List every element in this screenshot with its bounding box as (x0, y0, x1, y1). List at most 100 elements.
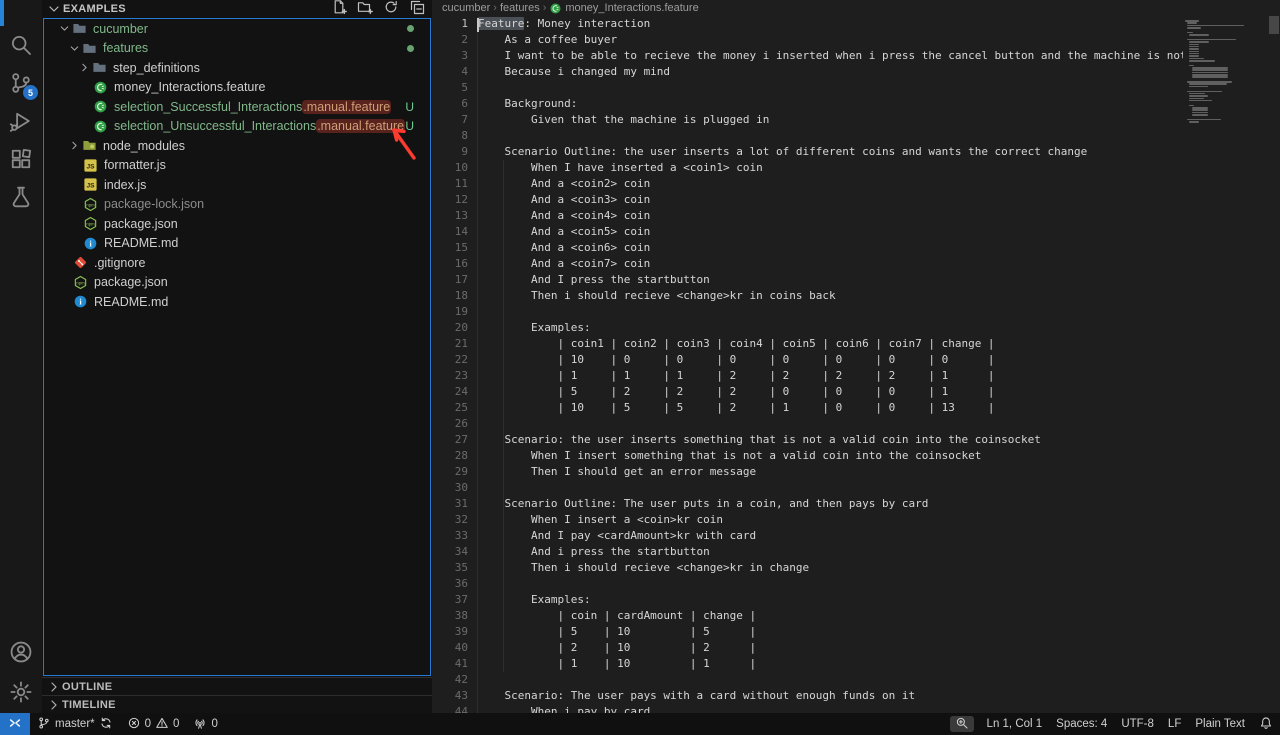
tree-item[interactable]: npmpackage-lock.json (44, 195, 430, 215)
code-line[interactable]: Then i should recieve <change>kr in chan… (478, 560, 1183, 576)
code-line[interactable] (478, 304, 1183, 320)
tree-item[interactable]: iREADME.md (44, 292, 430, 312)
code-line[interactable]: | coin1 | coin2 | coin3 | coin4 | coin5 … (478, 336, 1183, 352)
new-folder-button[interactable] (356, 0, 374, 18)
breadcrumb-item[interactable]: features (500, 2, 540, 14)
language-mode-status[interactable]: Plain Text (1188, 713, 1252, 735)
activity-item-settings[interactable] (0, 677, 42, 711)
code-line[interactable]: | 1 | 10 | 1 | (478, 656, 1183, 672)
code-line[interactable]: When I insert a <coin>kr coin (478, 512, 1183, 528)
code-line[interactable]: Given that the machine is plugged in (478, 112, 1183, 128)
activity-item-search[interactable] (0, 30, 42, 64)
breadcrumb-item[interactable]: money_Interactions.feature (549, 2, 698, 15)
code-line[interactable]: Feature: Money interaction (478, 16, 1183, 32)
line-number: 22 (432, 352, 468, 368)
code-editor[interactable]: 1234567891011121314151617181920212223242… (432, 16, 1183, 713)
code-line[interactable]: | 10 | 0 | 0 | 0 | 0 | 0 | 0 | 0 | (478, 352, 1183, 368)
code-line[interactable]: Then I should get an error message (478, 464, 1183, 480)
line-number: 41 (432, 656, 468, 672)
new-file-button[interactable] (330, 0, 348, 18)
code-line[interactable]: And a <coin3> coin (478, 192, 1183, 208)
problems-status[interactable]: 0 0 (120, 713, 187, 735)
code-line[interactable]: Scenario: The user pays with a card with… (478, 688, 1183, 704)
timeline-section-header[interactable]: TIMELINE (42, 695, 432, 713)
activity-item-run-debug[interactable] (0, 106, 42, 140)
git-branch-status[interactable]: master* (30, 713, 120, 735)
tree-item[interactable]: cucumber (44, 19, 430, 39)
tree-item[interactable]: money_Interactions.feature (44, 78, 430, 98)
code-line[interactable]: | 5 | 2 | 2 | 2 | 0 | 0 | 0 | 1 | (478, 384, 1183, 400)
eol-status[interactable]: LF (1161, 713, 1188, 735)
tree-item[interactable]: features (44, 39, 430, 59)
tree-item[interactable]: .gitignore (44, 253, 430, 273)
code-line[interactable] (478, 576, 1183, 592)
code-line[interactable]: And i press the startbutton (478, 544, 1183, 560)
code-line[interactable]: Scenario Outline: The user puts in a coi… (478, 496, 1183, 512)
code-line[interactable]: And I press the startbutton (478, 272, 1183, 288)
activity-item-testing[interactable] (0, 182, 42, 216)
encoding-status[interactable]: UTF-8 (1114, 713, 1161, 735)
code-line[interactable]: And a <coin7> coin (478, 256, 1183, 272)
tree-item[interactable]: node_modules (44, 136, 430, 156)
tree-item[interactable]: JSindex.js (44, 175, 430, 195)
tree-item[interactable]: iREADME.md (44, 234, 430, 254)
refresh-button[interactable] (382, 0, 400, 18)
code-line[interactable]: Examples: (478, 320, 1183, 336)
minimap-line (1187, 81, 1232, 83)
collapse-all-button[interactable] (408, 0, 426, 18)
code-line[interactable]: | 2 | 10 | 2 | (478, 640, 1183, 656)
code-line[interactable]: Scenario: the user inserts something tha… (478, 432, 1183, 448)
code-line[interactable]: Background: (478, 96, 1183, 112)
zoom-status[interactable] (950, 716, 974, 732)
ports-status[interactable]: 0 (186, 713, 224, 735)
code-line[interactable]: And a <coin2> coin (478, 176, 1183, 192)
tree-item[interactable]: JSformatter.js (44, 156, 430, 176)
line-number: 14 (432, 224, 468, 240)
tree-item[interactable]: npmpackage.json (44, 273, 430, 293)
code-line[interactable]: When I have inserted a <coin1> coin (478, 160, 1183, 176)
code-line[interactable]: When i pay by card (478, 704, 1183, 713)
activity-item-source-control[interactable]: 5 (0, 68, 42, 102)
code-line[interactable]: And a <coin6> coin (478, 240, 1183, 256)
activity-item-extensions[interactable] (0, 144, 42, 178)
code-line[interactable]: | 5 | 10 | 5 | (478, 624, 1183, 640)
cursor-position-status[interactable]: Ln 1, Col 1 (980, 713, 1050, 735)
tree-item[interactable]: selection_Unsuccessful_Interactions.manu… (44, 117, 430, 137)
line-number: 25 (432, 400, 468, 416)
minimap-line (1192, 67, 1228, 69)
tree-item[interactable]: npmpackage.json (44, 214, 430, 234)
code-line[interactable]: Examples: (478, 592, 1183, 608)
code-line[interactable]: And I pay <cardAmount>kr with card (478, 528, 1183, 544)
editor-scrollbar[interactable] (1268, 16, 1280, 713)
code-line[interactable] (478, 480, 1183, 496)
explorer-section-header[interactable]: EXAMPLES (42, 0, 432, 18)
code-line[interactable]: | coin | cardAmount | change | (478, 608, 1183, 624)
outline-section-header[interactable]: OUTLINE (42, 677, 432, 695)
breadcrumb-item[interactable]: cucumber (442, 2, 490, 14)
tree-item[interactable]: step_definitions (44, 58, 430, 78)
code-line[interactable]: Then i should recieve <change>kr in coin… (478, 288, 1183, 304)
minimap[interactable] (1183, 16, 1268, 713)
code-line[interactable]: And a <coin4> coin (478, 208, 1183, 224)
activity-item-account[interactable] (0, 637, 42, 671)
remote-indicator[interactable] (0, 713, 30, 735)
code-line[interactable]: I want to be able to recieve the money i… (478, 48, 1183, 64)
code-line[interactable] (478, 128, 1183, 144)
code-line[interactable]: Scenario Outline: the user inserts a lot… (478, 144, 1183, 160)
code-line[interactable]: | 1 | 1 | 1 | 2 | 2 | 2 | 2 | 1 | (478, 368, 1183, 384)
indentation-status[interactable]: Spaces: 4 (1049, 713, 1114, 735)
code-line[interactable]: | 10 | 5 | 5 | 2 | 1 | 0 | 0 | 13 | (478, 400, 1183, 416)
tree-item[interactable]: selection_Successful_Interactions.manual… (44, 97, 430, 117)
code-line[interactable]: As a coffee buyer (478, 32, 1183, 48)
line-number: 3 (432, 48, 468, 64)
code-line[interactable] (478, 416, 1183, 432)
code-line[interactable]: Because i changed my mind (478, 64, 1183, 80)
code-line[interactable]: When I insert something that is not a va… (478, 448, 1183, 464)
minimap-line (1189, 121, 1199, 123)
code-line[interactable] (478, 672, 1183, 688)
code-line[interactable]: And a <coin5> coin (478, 224, 1183, 240)
notifications-bell[interactable] (1252, 713, 1280, 735)
code-line[interactable] (478, 80, 1183, 96)
tree-item-label: cucumber (93, 22, 148, 36)
scrollbar-slider[interactable] (1269, 16, 1279, 34)
